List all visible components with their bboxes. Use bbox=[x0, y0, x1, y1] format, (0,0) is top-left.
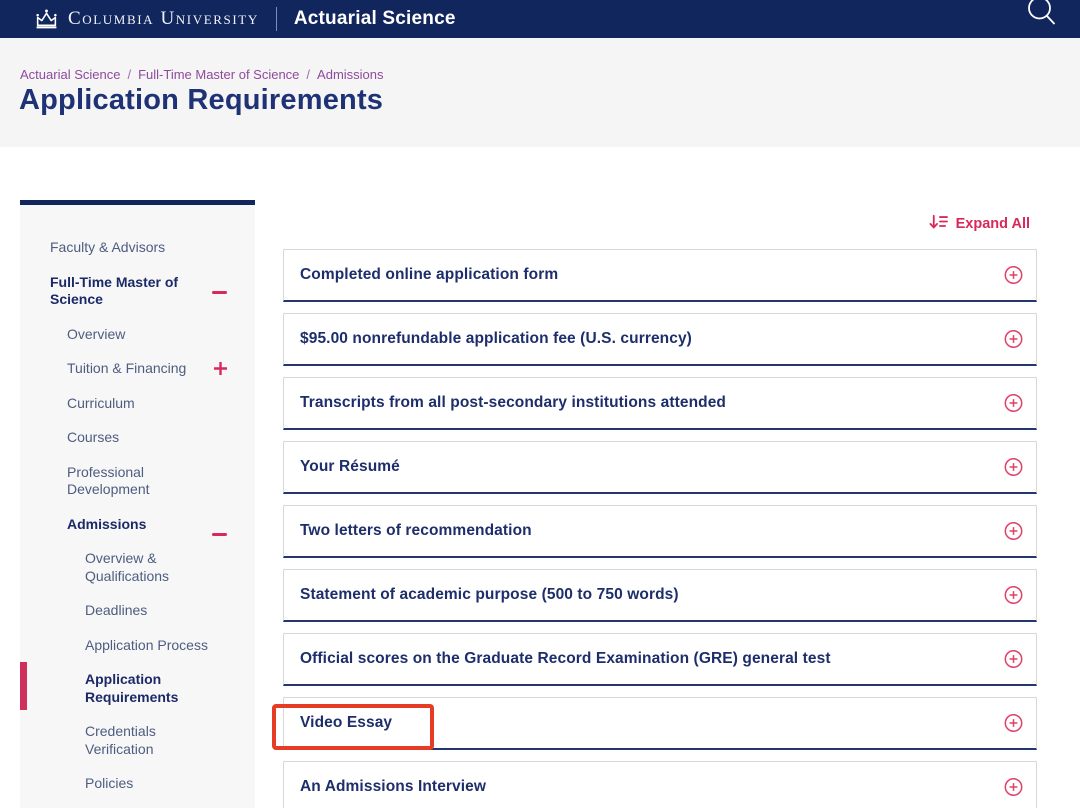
top-navigation-bar: Columbia University Actuarial Science bbox=[0, 0, 1080, 38]
sidebar-item-label: Application Process bbox=[85, 637, 208, 653]
sidebar-item[interactable]: Policies bbox=[20, 775, 255, 793]
accordion-row[interactable]: Statement of academic purpose (500 to 75… bbox=[283, 569, 1037, 622]
sidebar-item-label: Admissions bbox=[67, 516, 146, 532]
breadcrumb-link[interactable]: Full-Time Master of Science bbox=[138, 67, 299, 82]
plus-circle-icon[interactable] bbox=[1004, 266, 1023, 285]
sidebar-item[interactable]: Courses bbox=[20, 429, 255, 447]
sidebar-item[interactable]: Overview & Qualifications bbox=[20, 550, 255, 585]
plus-circle-icon[interactable] bbox=[1004, 330, 1023, 349]
accordion-row[interactable]: Two letters of recommendation bbox=[283, 505, 1037, 558]
page-header-band: Actuarial Science / Full-Time Master of Sc… bbox=[0, 38, 1080, 147]
columbia-brand[interactable]: Columbia University bbox=[34, 8, 259, 30]
sidebar-item[interactable]: Curriculum bbox=[20, 395, 255, 413]
accordion-row[interactable]: Completed online application form bbox=[283, 249, 1037, 302]
sidebar-item-label: Faculty & Advisors bbox=[50, 239, 165, 255]
main-content: Expand All Completed online application … bbox=[283, 207, 1037, 808]
accordion-row[interactable]: An Admissions Interview bbox=[283, 761, 1037, 808]
sidebar-item-label: Curriculum bbox=[67, 395, 135, 411]
sidebar-item[interactable]: Application Requirements bbox=[20, 671, 255, 706]
plus-circle-icon[interactable] bbox=[1004, 394, 1023, 413]
sidebar-item-label: Deadlines bbox=[85, 602, 147, 618]
accordion-row[interactable]: Transcripts from all post-secondary inst… bbox=[283, 377, 1037, 430]
sidebar-item-label: Full-Time Master of Science bbox=[50, 274, 178, 308]
accordion-row-title: An Admissions Interview bbox=[300, 778, 486, 796]
sidebar-item-label: Application Requirements bbox=[85, 671, 178, 705]
plus-circle-icon[interactable] bbox=[1004, 586, 1023, 605]
breadcrumb: Actuarial Science / Full-Time Master of Sc… bbox=[20, 67, 384, 82]
accordion-row-title: Statement of academic purpose (500 to 75… bbox=[300, 586, 679, 604]
plus-circle-icon[interactable] bbox=[1004, 522, 1023, 541]
accordion-row[interactable]: Video Essay bbox=[283, 697, 1037, 750]
sidebar-item[interactable]: Application Process bbox=[20, 637, 255, 655]
sidebar-item[interactable]: Overview bbox=[20, 326, 255, 344]
sidebar-item[interactable]: Deadlines bbox=[20, 602, 255, 620]
sidebar-item-label: Policies bbox=[85, 775, 133, 791]
plus-circle-icon[interactable] bbox=[1004, 650, 1023, 669]
accordion-row-title: Transcripts from all post-secondary inst… bbox=[300, 394, 726, 412]
collapse-minus-icon[interactable] bbox=[212, 523, 227, 541]
accordion-row[interactable]: Official scores on the Graduate Record E… bbox=[283, 633, 1037, 686]
page-title: Application Requirements bbox=[19, 84, 383, 117]
expand-all-button[interactable]: Expand All bbox=[283, 215, 1037, 233]
sidebar-item[interactable]: Professional Development bbox=[20, 464, 255, 499]
plus-circle-icon[interactable] bbox=[1004, 714, 1023, 733]
sidebar-item-label: Tuition & Financing bbox=[67, 360, 186, 376]
expand-all-icon bbox=[929, 214, 948, 234]
accordion-row-title: Completed online application form bbox=[300, 266, 558, 284]
search-icon[interactable] bbox=[1026, 0, 1058, 36]
sidebar-item[interactable]: Admissions bbox=[20, 516, 255, 534]
requirements-accordion-list: Completed online application form $95.00… bbox=[283, 249, 1037, 808]
breadcrumb-link[interactable]: Actuarial Science bbox=[20, 67, 120, 82]
sidebar-item-label: Courses bbox=[67, 429, 119, 445]
sidebar-item[interactable]: Faculty & Advisors bbox=[20, 239, 255, 257]
header-divider bbox=[276, 7, 277, 31]
accordion-row-title: Video Essay bbox=[300, 714, 392, 732]
accordion-row[interactable]: Your Résumé bbox=[283, 441, 1037, 494]
accordion-row-title: $95.00 nonrefundable application fee (U.… bbox=[300, 330, 692, 348]
accordion-row-title: Your Résumé bbox=[300, 458, 400, 476]
university-wordmark: Columbia University bbox=[68, 8, 259, 30]
sidebar-item-label: Overview & Qualifications bbox=[85, 550, 169, 584]
breadcrumb-separator: / bbox=[127, 67, 131, 82]
sidebar-item[interactable]: Tuition & Financing bbox=[20, 360, 255, 378]
breadcrumb-link[interactable]: Admissions bbox=[317, 67, 383, 82]
sidebar-item-label: Professional Development bbox=[67, 464, 150, 498]
sidebar-item-label: Credentials Verification bbox=[85, 723, 156, 757]
accordion-row[interactable]: $95.00 nonrefundable application fee (U.… bbox=[283, 313, 1037, 366]
plus-circle-icon[interactable] bbox=[1004, 458, 1023, 477]
expand-plus-icon[interactable] bbox=[214, 362, 227, 380]
sidebar-item-label: Overview bbox=[67, 326, 125, 342]
sidebar-item[interactable]: Full-Time Master of Science bbox=[20, 274, 255, 309]
breadcrumb-separator: / bbox=[306, 67, 310, 82]
section-navigation-sidebar: Faculty & Advisors Full-Time Master of S… bbox=[20, 200, 255, 808]
site-name[interactable]: Actuarial Science bbox=[294, 8, 456, 30]
expand-all-label: Expand All bbox=[956, 216, 1030, 232]
collapse-minus-icon[interactable] bbox=[212, 281, 227, 299]
sidebar-item[interactable]: Credentials Verification bbox=[20, 723, 255, 758]
accordion-row-title: Two letters of recommendation bbox=[300, 522, 532, 540]
accordion-row-title: Official scores on the Graduate Record E… bbox=[300, 650, 831, 668]
columbia-crown-icon bbox=[34, 8, 59, 30]
active-item-bar bbox=[20, 662, 27, 710]
plus-circle-icon[interactable] bbox=[1004, 778, 1023, 797]
